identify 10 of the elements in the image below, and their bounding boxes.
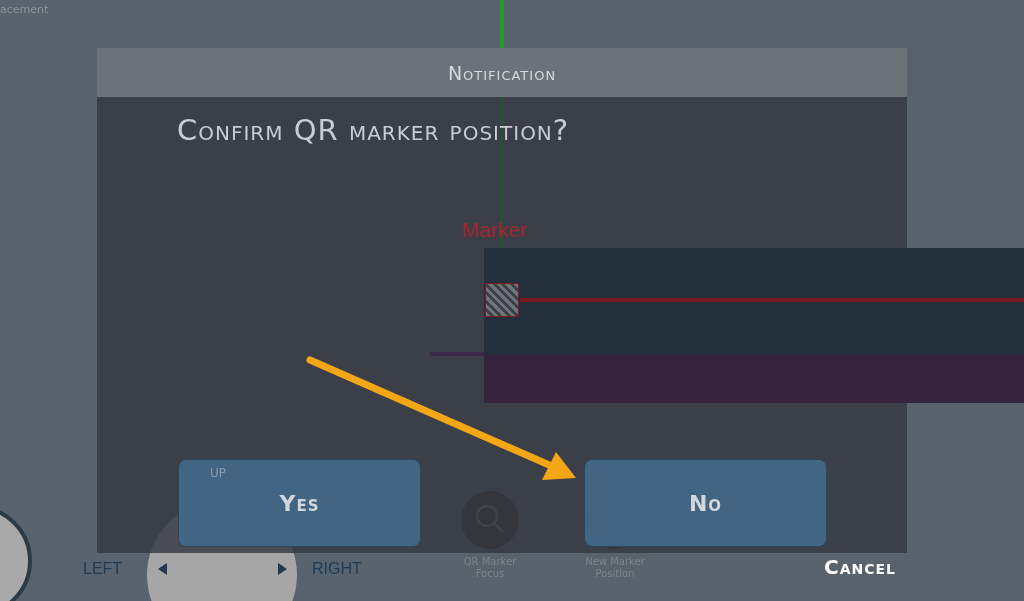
dialog-button[interactable]: No — [584, 459, 827, 547]
left-label: LEFT — [83, 560, 123, 578]
right-label: RIGHT — [312, 560, 362, 578]
right-arrow-icon[interactable] — [278, 563, 287, 575]
left-arrow-icon[interactable] — [158, 563, 167, 575]
marker-label: Marker — [462, 218, 528, 242]
up-label: UP — [210, 466, 227, 480]
dialog-title: Notification — [447, 61, 557, 84]
dialog-message: Confirm QR marker position? — [177, 113, 571, 147]
cancel-button[interactable]: Cancel — [820, 555, 900, 579]
